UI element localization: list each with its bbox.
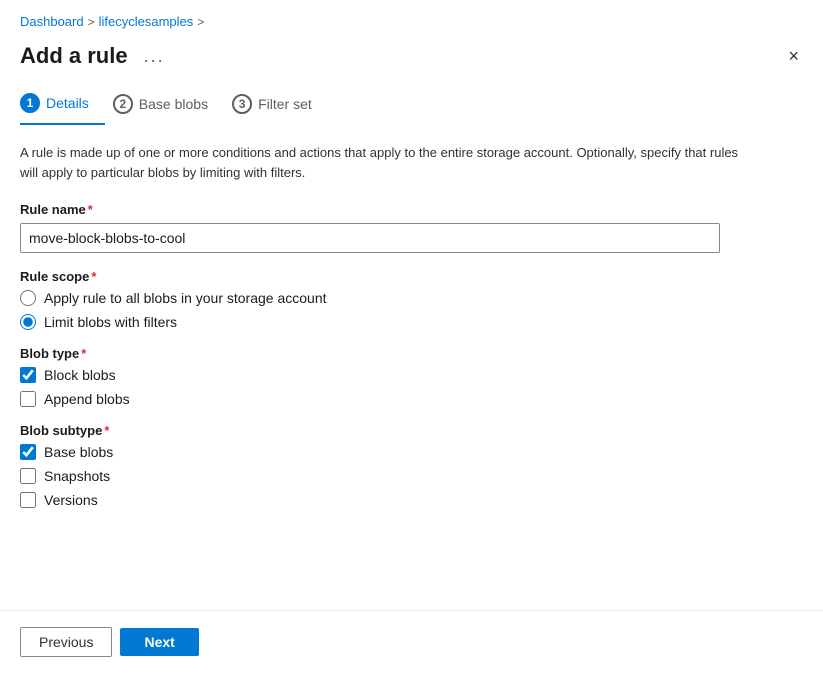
tab-filter-set-number: 3	[232, 94, 252, 114]
rule-name-input[interactable]	[20, 223, 720, 253]
tab-base-blobs-label: Base blobs	[139, 96, 208, 112]
breadcrumb: Dashboard > lifecyclesamples >	[0, 0, 823, 35]
versions-option[interactable]: Versions	[20, 492, 803, 508]
rule-scope-radio-group: Apply rule to all blobs in your storage …	[20, 290, 803, 330]
block-blobs-option[interactable]: Block blobs	[20, 367, 803, 383]
base-blobs-checkbox[interactable]	[20, 444, 36, 460]
rule-name-required: *	[88, 202, 93, 217]
block-blobs-checkbox[interactable]	[20, 367, 36, 383]
footer: Previous Next	[0, 611, 823, 673]
breadcrumb-lifecyclesamples[interactable]: lifecyclesamples	[99, 14, 194, 29]
tab-filter-set[interactable]: 3 Filter set	[232, 86, 328, 124]
previous-button[interactable]: Previous	[20, 627, 112, 657]
snapshots-option[interactable]: Snapshots	[20, 468, 803, 484]
tab-base-blobs[interactable]: 2 Base blobs	[113, 86, 224, 124]
tab-base-blobs-number: 2	[113, 94, 133, 114]
block-blobs-label: Block blobs	[44, 367, 116, 383]
tab-details[interactable]: 1 Details	[20, 85, 105, 125]
blob-subtype-field: Blob subtype* Base blobs Snapshots Versi…	[20, 423, 803, 508]
page-title: Add a rule	[20, 43, 128, 69]
tab-filter-set-label: Filter set	[258, 96, 312, 112]
scope-limit-radio[interactable]	[20, 314, 36, 330]
tabs: 1 Details 2 Base blobs 3 Filter set	[20, 85, 803, 125]
base-blobs-option[interactable]: Base blobs	[20, 444, 803, 460]
scope-all-option[interactable]: Apply rule to all blobs in your storage …	[20, 290, 803, 306]
header-row: Add a rule ... ×	[20, 35, 803, 85]
header-left: Add a rule ...	[20, 43, 171, 69]
rule-scope-label: Rule scope*	[20, 269, 803, 284]
rule-scope-field: Rule scope* Apply rule to all blobs in y…	[20, 269, 803, 330]
append-blobs-label: Append blobs	[44, 391, 130, 407]
tab-details-label: Details	[46, 95, 89, 111]
blob-type-required: *	[81, 346, 86, 361]
snapshots-label: Snapshots	[44, 468, 110, 484]
blob-subtype-required: *	[104, 423, 109, 438]
rule-scope-required: *	[91, 269, 96, 284]
versions-label: Versions	[44, 492, 98, 508]
scope-limit-option[interactable]: Limit blobs with filters	[20, 314, 803, 330]
breadcrumb-separator-2: >	[197, 15, 204, 29]
page-container: Dashboard > lifecyclesamples > Add a rul…	[0, 0, 823, 673]
blob-type-label: Blob type*	[20, 346, 803, 361]
append-blobs-option[interactable]: Append blobs	[20, 391, 803, 407]
scope-all-label: Apply rule to all blobs in your storage …	[44, 290, 327, 306]
blob-type-checkbox-group: Block blobs Append blobs	[20, 367, 803, 407]
next-button[interactable]: Next	[120, 628, 198, 656]
scope-limit-label: Limit blobs with filters	[44, 314, 177, 330]
snapshots-checkbox[interactable]	[20, 468, 36, 484]
breadcrumb-dashboard[interactable]: Dashboard	[20, 14, 84, 29]
breadcrumb-separator-1: >	[88, 15, 95, 29]
blob-type-field: Blob type* Block blobs Append blobs	[20, 346, 803, 407]
base-blobs-label: Base blobs	[44, 444, 113, 460]
rule-name-field: Rule name*	[20, 202, 803, 253]
append-blobs-checkbox[interactable]	[20, 391, 36, 407]
rule-name-label: Rule name*	[20, 202, 803, 217]
main-content: Add a rule ... × 1 Details 2 Base blobs …	[0, 35, 823, 610]
description-text: A rule is made up of one or more conditi…	[20, 143, 740, 182]
scope-all-radio[interactable]	[20, 290, 36, 306]
close-button[interactable]: ×	[784, 43, 803, 69]
blob-subtype-label: Blob subtype*	[20, 423, 803, 438]
ellipsis-button[interactable]: ...	[138, 44, 171, 69]
versions-checkbox[interactable]	[20, 492, 36, 508]
blob-subtype-checkbox-group: Base blobs Snapshots Versions	[20, 444, 803, 508]
tab-details-number: 1	[20, 93, 40, 113]
